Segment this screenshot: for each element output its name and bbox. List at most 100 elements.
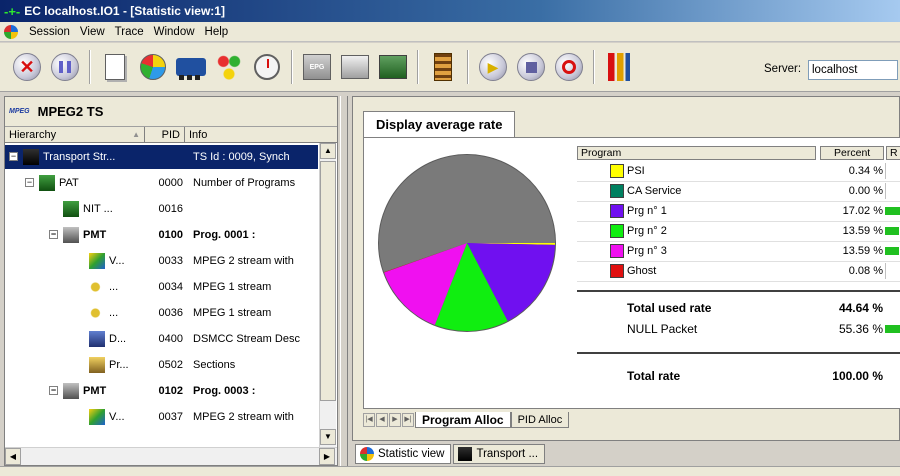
tree-row[interactable]: − PAT 0000 Number of Programs — [5, 171, 318, 195]
tree-node-info: Sections — [193, 359, 236, 371]
tree-row[interactable]: V... 0037 MPEG 2 stream with — [5, 405, 318, 429]
tools-button[interactable] — [602, 50, 636, 84]
column-info[interactable]: Info — [185, 127, 337, 142]
statistics-content: Program Percent R PSI 0.34 % CA Service 0.0… — [363, 137, 900, 409]
legend-row[interactable]: PSI 0.34 % — [577, 162, 900, 180]
tree-node-label: NIT ... — [83, 203, 113, 215]
rate-bar — [885, 247, 899, 255]
program-percent: 0.34 % — [848, 165, 883, 177]
transport-button[interactable] — [174, 50, 208, 84]
vertical-scrollbar[interactable]: ▲ ▼ — [319, 143, 336, 447]
statistics-panel: Display average rate Program Percent R P… — [352, 96, 900, 441]
menu-trace[interactable]: Trace — [110, 26, 149, 38]
program-name: PSI — [627, 165, 645, 177]
play-icon: ▶ — [479, 53, 507, 81]
tree-row[interactable]: − PMT 0102 Prog. 0003 : — [5, 379, 318, 403]
legend-row[interactable]: CA Service 0.00 % — [577, 182, 900, 200]
menu-window[interactable]: Window — [149, 26, 200, 38]
program-percent: 17.02 % — [842, 205, 883, 217]
record-button[interactable] — [552, 50, 586, 84]
statistics-button[interactable] — [136, 50, 170, 84]
first-tab-icon[interactable]: |◀ — [363, 413, 375, 427]
server-input[interactable] — [808, 60, 898, 80]
status-bar — [0, 466, 900, 476]
program-name: Ghost — [627, 265, 657, 277]
menu-session[interactable]: Session — [24, 26, 75, 38]
color-swatch — [610, 264, 624, 278]
tree-row[interactable]: NIT ... 0016 — [5, 197, 318, 221]
epg-button[interactable]: EPG — [300, 50, 334, 84]
program-name: CA Service — [627, 185, 682, 197]
tree-row[interactable]: V... 0033 MPEG 2 stream with — [5, 249, 318, 273]
tree-row[interactable]: − PMT 0100 Prog. 0001 : — [5, 223, 318, 247]
toolbar-separator — [89, 50, 91, 84]
horizontal-scrollbar[interactable]: ◀ ▶ — [5, 447, 337, 465]
stop-square-button[interactable] — [514, 50, 548, 84]
menu-view[interactable]: View — [75, 26, 110, 38]
legend-col-percent[interactable]: Percent — [820, 146, 885, 160]
tree-row[interactable]: D... 0400 DSMCC Stream Desc — [5, 327, 318, 351]
program-percent: 13.59 % — [842, 225, 883, 237]
film-button[interactable] — [426, 50, 460, 84]
new-document-button[interactable] — [98, 50, 132, 84]
tree-node-label: D... — [109, 333, 127, 345]
scroll-left-icon[interactable]: ◀ — [5, 448, 21, 465]
tree-node-pid: 0100 — [158, 229, 183, 241]
tree-row[interactable]: ... 0036 MPEG 1 stream — [5, 301, 318, 325]
stop-icon: ✕ — [13, 53, 41, 81]
panel-header: MPEG MPEG2 TS — [5, 97, 337, 127]
menu-help[interactable]: Help — [200, 26, 234, 38]
tab-pid-alloc[interactable]: PID Alloc — [510, 412, 570, 428]
scroll-right-icon[interactable]: ▶ — [319, 448, 335, 465]
legend-row[interactable]: Ghost 0.08 % — [577, 262, 900, 280]
next-tab-icon[interactable]: ▶ — [389, 413, 401, 427]
tree-node-pid: 0400 — [158, 333, 183, 345]
epg-icon: EPG — [303, 54, 331, 80]
collapse-icon[interactable]: − — [49, 386, 58, 395]
total-rate-row: Total rate 100.00 % — [577, 366, 900, 386]
last-tab-icon[interactable]: ▶| — [402, 413, 414, 427]
transport-view-icon — [458, 447, 473, 461]
collapse-icon[interactable]: − — [49, 230, 58, 239]
program-name: Prg n° 1 — [627, 205, 667, 217]
pause-button[interactable] — [48, 50, 82, 84]
pat-icon — [63, 201, 79, 217]
column-pid[interactable]: PID — [145, 127, 185, 142]
prev-tab-icon[interactable]: ◀ — [376, 413, 388, 427]
tree-button[interactable] — [212, 50, 246, 84]
tab-transport[interactable]: Transport ... — [453, 444, 546, 464]
collapse-icon[interactable]: − — [9, 152, 18, 161]
collapse-icon[interactable]: − — [25, 178, 34, 187]
scroll-thumb[interactable] — [320, 161, 336, 401]
column-hierarchy[interactable]: Hierarchy ▲ — [5, 127, 145, 142]
tree-row[interactable]: − Transport Str... TS Id : 0009, Synch — [5, 145, 318, 169]
total-used-row-percent: 44.64 % — [838, 301, 883, 315]
legend-row[interactable]: Prg n° 2 13.59 % — [577, 222, 900, 240]
tab-program-alloc[interactable]: Program Alloc — [415, 412, 511, 428]
display-average-rate-tab[interactable]: Display average rate — [363, 111, 516, 137]
null-packet-row: NULL Packet 55.36 % — [577, 319, 900, 339]
timer-button[interactable] — [250, 50, 284, 84]
stop-button[interactable]: ✕ — [10, 50, 44, 84]
document-icon — [105, 54, 125, 80]
legend-row[interactable]: Prg n° 3 13.59 % — [577, 242, 900, 260]
scroll-up-icon[interactable]: ▲ — [320, 143, 336, 159]
message-button[interactable] — [338, 50, 372, 84]
tree-row[interactable]: ... 0034 MPEG 1 stream — [5, 275, 318, 299]
play-button[interactable]: ▶ — [476, 50, 510, 84]
app-logo-icon[interactable] — [4, 24, 18, 39]
legend-col-r[interactable]: R — [886, 146, 900, 160]
tree-node-pid: 0034 — [158, 281, 183, 293]
tree-row[interactable]: Pr... 0502 Sections — [5, 353, 318, 377]
legend-row[interactable]: Prg n° 1 17.02 % — [577, 202, 900, 220]
tree-node-label: ... — [109, 281, 119, 293]
legend-col-program[interactable]: Program — [577, 146, 817, 160]
title-bar: -+- EC localhost.IO1 - [Statistic view:1… — [0, 0, 900, 22]
screen-button[interactable] — [376, 50, 410, 84]
panel-splitter[interactable] — [340, 96, 348, 466]
tab-statistic-view[interactable]: Statistic view — [355, 444, 452, 464]
dsm-icon — [89, 331, 105, 347]
scroll-down-icon[interactable]: ▼ — [320, 429, 336, 445]
tools-icon — [608, 53, 630, 81]
color-swatch — [610, 244, 624, 258]
